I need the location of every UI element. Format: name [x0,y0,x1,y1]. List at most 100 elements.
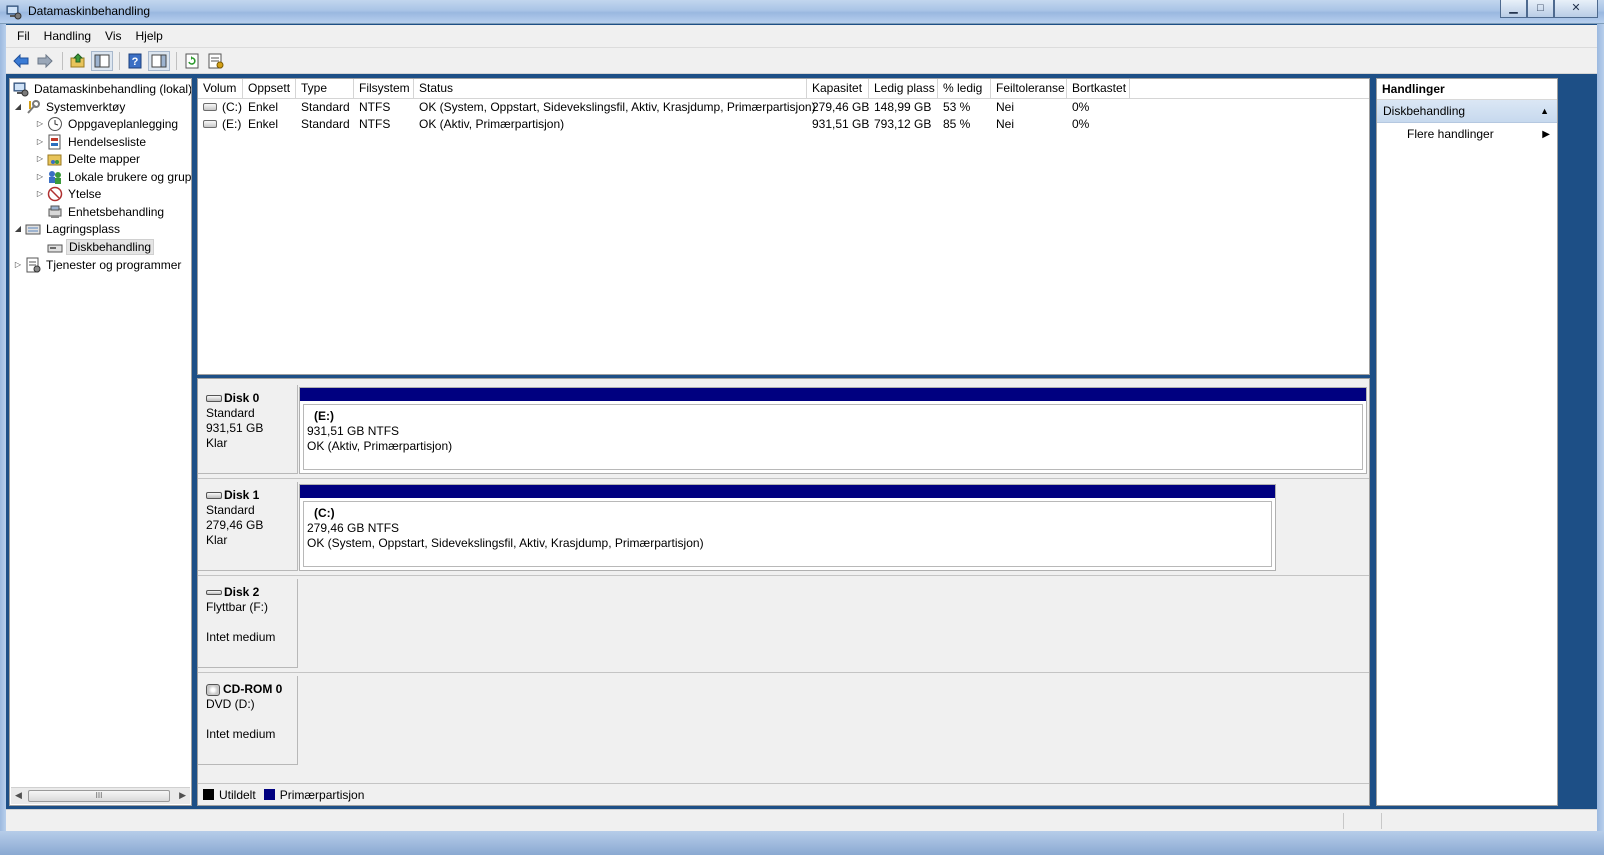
column-header-oppsett[interactable]: Oppsett [243,79,296,99]
menu-bar: Fil Handling Vis Hjelp [6,25,1597,48]
column-header-kapasitet[interactable]: Kapasitet [807,79,869,99]
partition-size: 279,46 GB NTFS [307,521,400,535]
column-header-volum[interactable]: Volum [198,79,243,99]
partition-c[interactable]: (C:) 279,46 GB NTFS OK (System, Oppstart… [299,484,1276,571]
menu-hjelp[interactable]: Hjelp [129,27,170,45]
column-header-bortkastet[interactable]: Bortkastet [1067,79,1130,99]
tree-item-label: Systemverktøy [46,99,126,114]
back-arrow-icon [13,53,29,68]
disk-label[interactable]: Disk 2 Flyttbar (F:) Intet medium [198,579,298,668]
column-header-filsystem[interactable]: Filsystem [354,79,414,99]
free-space-cell: 793,12 GB [874,117,932,131]
disk-state: Klar [206,436,228,450]
partition-status: OK (System, Oppstart, Sidevekslingsfil, … [307,536,704,550]
title-bar: Datamaskinbehandling ▁ □ ✕ [0,0,1604,24]
forward-button[interactable] [34,51,56,71]
tree-item-device-manager[interactable]: Enhetsbehandling [47,203,166,220]
primary-partition-swatch [263,789,275,800]
disk-label[interactable]: Disk 0 Standard 931,51 GB Klar [198,385,298,474]
filesystem-cell: NTFS [359,117,391,131]
minimize-button[interactable]: ▁ [1500,0,1527,18]
legend-unallocated: Utildelt [219,787,256,802]
up-one-level-button[interactable] [67,51,89,71]
menu-vis[interactable]: Vis [98,27,128,45]
fault-tolerance-cell: Nei [996,100,1015,114]
tree-item-task-scheduler[interactable]: ▷ Oppgaveplanlegging [35,115,180,132]
submenu-arrow-icon: ▶ [1542,129,1550,140]
tree-item-storage[interactable]: ◢ Lagringsplass [13,220,122,237]
scrollbar-thumb[interactable]: III [28,790,170,802]
tree-horizontal-scrollbar[interactable]: ◀ III ▶ [11,787,190,804]
disk-state: Intet medium [206,630,276,644]
expand-arrow-icon[interactable]: ▷ [35,189,45,198]
tree-item-disk-management[interactable]: Diskbehandling [47,238,155,255]
tree-item-label: Oppgaveplanlegging [68,116,179,131]
expand-arrow-icon[interactable]: ▷ [35,172,45,181]
table-row[interactable]: (C:) Enkel Standard NTFS OK (System, Opp… [198,99,1369,116]
toolbar-separator [62,51,63,70]
disk-label[interactable]: Disk 1 Standard 279,46 GB Klar [198,482,298,571]
collapse-up-icon[interactable]: ▲ [1540,100,1549,123]
forward-arrow-icon [37,53,53,68]
show-hide-tree-icon [94,54,110,67]
refresh-button[interactable] [181,51,203,71]
back-button[interactable] [10,51,32,71]
tree-item-system-tools[interactable]: ◢ Systemverktøy [13,98,127,115]
capacity-cell: 931,51 GB [812,117,870,131]
tree-item-root[interactable]: Datamaskinbehandling (lokal) [13,80,191,97]
scroll-left-icon[interactable]: ◀ [15,790,22,801]
tree-item-services[interactable]: ▷ Tjenester og programmer [13,256,183,273]
disk-management-icon [47,244,63,252]
volume-name: (E:) [222,117,242,131]
fault-tolerance-cell: Nei [996,117,1015,131]
actions-section-disk-management[interactable]: Diskbehandling ▲ [1377,100,1557,123]
window-frame-right [1597,24,1604,855]
more-actions-item[interactable]: Flere handlinger ▶ [1377,123,1557,146]
menu-fil[interactable]: Fil [10,27,37,45]
show-hide-tree-button[interactable] [91,50,113,71]
column-header-ledig-plass[interactable]: Ledig plass [869,79,938,99]
disk-size: 931,51 GB [206,421,264,435]
column-header-status[interactable]: Status [414,79,807,99]
column-header-type[interactable]: Type [296,79,354,99]
collapse-arrow-icon[interactable]: ◢ [13,224,23,233]
collapse-arrow-icon[interactable]: ◢ [13,102,23,111]
window-title: Datamaskinbehandling [28,4,151,18]
scroll-right-icon[interactable]: ▶ [179,790,186,801]
tree-item-label: Tjenester og programmer [46,257,182,272]
tree-item-performance[interactable]: ▷ Ytelse [35,185,103,202]
maximize-button[interactable]: □ [1527,0,1554,18]
help-icon: ? [128,53,142,68]
show-hide-action-pane-button[interactable] [148,50,170,71]
table-row[interactable]: (E:) Enkel Standard NTFS OK (Aktiv, Prim… [198,116,1369,133]
expand-arrow-icon[interactable]: ▷ [35,137,45,146]
disk-label[interactable]: CD-ROM 0 DVD (D:) Intet medium [198,676,298,765]
drive-icon [203,119,217,128]
disk-state: Intet medium [206,727,276,741]
device-manager-icon [48,205,62,218]
primary-partition-bar [300,485,1275,498]
disk-row-disk-2: Disk 2 Flyttbar (F:) Intet medium [198,573,1369,670]
disk-type: DVD (D:) [206,697,255,711]
properties-button[interactable] [205,51,227,71]
status-cell: OK (System, Oppstart, Sidevekslingsfil, … [419,100,816,114]
tree-item-local-users[interactable]: ▷ Lokale brukere og grupp [35,168,191,185]
close-button[interactable]: ✕ [1554,0,1598,18]
disk-name: Disk 0 [224,391,260,405]
help-button[interactable]: ? [124,51,146,71]
clock-icon [48,116,62,131]
partition-e[interactable]: (E:) 931,51 GB NTFS OK (Aktiv, Primærpar… [299,387,1367,474]
menu-handling[interactable]: Handling [37,27,98,45]
layout-cell: Enkel [248,117,279,131]
column-header-feiltoleranse[interactable]: Feiltoleranse [991,79,1067,99]
disk-row-disk-1: Disk 1 Standard 279,46 GB Klar (C:) 279,… [198,476,1369,573]
expand-arrow-icon[interactable]: ▷ [35,119,45,128]
free-space-cell: 148,99 GB [874,100,932,114]
column-header-pct-ledig[interactable]: % ledig [938,79,991,99]
tree-item-shared-folders[interactable]: ▷ Delte mapper [35,150,142,167]
show-hide-action-pane-icon [151,54,167,67]
expand-arrow-icon[interactable]: ▷ [13,260,23,269]
expand-arrow-icon[interactable]: ▷ [35,154,45,163]
tree-item-event-viewer[interactable]: ▷ Hendelsesliste [35,133,148,150]
partition-body: (E:) 931,51 GB NTFS OK (Aktiv, Primærpar… [303,404,1363,470]
